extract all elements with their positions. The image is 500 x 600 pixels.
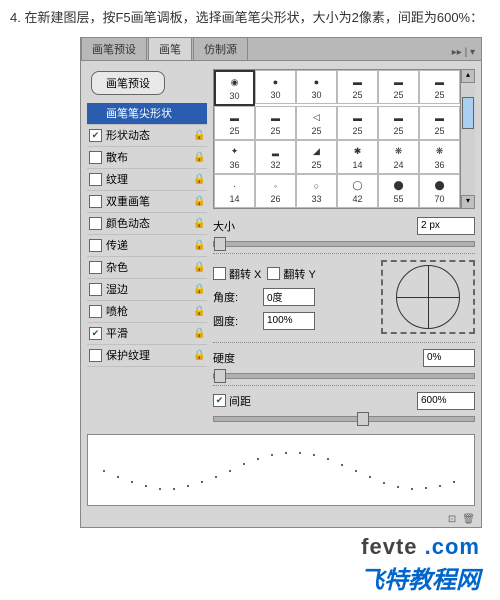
instruction-text: 4. 在新建图层，按F5画笔调板，选择画笔笔尖形状，大小为2像素，间距为600%…: [0, 0, 500, 37]
scrollbar[interactable]: ▴ ▾: [460, 69, 475, 209]
brush-tip[interactable]: ○33: [296, 174, 337, 208]
option-noise[interactable]: 杂色🔒: [87, 257, 207, 279]
option-smoothing[interactable]: ✔平滑🔒: [87, 323, 207, 345]
checkbox[interactable]: [89, 151, 102, 164]
flip-x-checkbox[interactable]: [213, 267, 226, 280]
lock-icon[interactable]: 🔒: [193, 284, 205, 295]
brush-tip[interactable]: ▬25: [337, 106, 378, 140]
brush-presets-button[interactable]: 画笔预设: [91, 71, 165, 95]
checkbox[interactable]: [89, 305, 102, 318]
roundness-input[interactable]: [263, 312, 315, 330]
brush-tip[interactable]: ◢25: [296, 140, 337, 174]
option-color-dynamics[interactable]: 颜色动态🔒: [87, 213, 207, 235]
spacing-input[interactable]: [417, 392, 475, 410]
lock-icon[interactable]: 🔒: [193, 218, 205, 229]
hardness-slider[interactable]: [213, 373, 475, 379]
brush-tip[interactable]: ✦36: [214, 140, 255, 174]
brush-tip[interactable]: ▬25: [214, 106, 255, 140]
lock-icon[interactable]: 🔒: [193, 130, 205, 141]
brush-tip-grid: ◉30●30●30▬25▬25▬25▬25▬25◁25▬25▬25▬25✦36▂…: [213, 69, 461, 209]
roundness-label: 圆度:: [213, 313, 263, 329]
hardness-label: 硬度: [213, 350, 263, 366]
option-protect-texture[interactable]: 保护纹理🔒: [87, 345, 207, 367]
checkbox[interactable]: [89, 239, 102, 252]
brush-tip[interactable]: ▬25: [255, 106, 296, 140]
spacing-checkbox[interactable]: ✔: [213, 394, 226, 407]
checkbox[interactable]: ✔: [89, 129, 102, 142]
brush-tip[interactable]: ◦26: [255, 174, 296, 208]
watermark: fevte .com 飞特教程网: [0, 528, 500, 597]
option-transfer[interactable]: 传递🔒: [87, 235, 207, 257]
checkbox[interactable]: [89, 217, 102, 230]
option-shape-dynamics[interactable]: ✔形状动态🔒: [87, 125, 207, 147]
angle-label: 角度:: [213, 289, 263, 305]
checkbox[interactable]: [89, 283, 102, 296]
brush-tip[interactable]: ●30: [255, 70, 296, 104]
scroll-up-icon[interactable]: ▴: [461, 69, 475, 83]
angle-input[interactable]: [263, 288, 315, 306]
brush-tip[interactable]: ⬤70: [419, 174, 460, 208]
checkbox[interactable]: [89, 195, 102, 208]
brush-tip[interactable]: ●30: [296, 70, 337, 104]
brush-tip[interactable]: ·14: [214, 174, 255, 208]
size-input[interactable]: [417, 217, 475, 235]
trash-icon[interactable]: 🗑: [462, 514, 475, 525]
option-brush-tip-shape[interactable]: 画笔笔尖形状: [87, 103, 207, 125]
option-airbrush[interactable]: 喷枪🔒: [87, 301, 207, 323]
brush-tip[interactable]: ▬25: [378, 70, 419, 104]
brush-tip[interactable]: ◉30: [214, 70, 255, 106]
flip-y-label: 翻转 Y: [283, 266, 315, 282]
lock-icon[interactable]: 🔒: [193, 196, 205, 207]
option-texture[interactable]: 纹理🔒: [87, 169, 207, 191]
option-scatter[interactable]: 散布🔒: [87, 147, 207, 169]
tab-brush[interactable]: 画笔: [148, 37, 192, 60]
tab-clone[interactable]: 仿制源: [193, 37, 248, 60]
brush-tip[interactable]: ✱14: [337, 140, 378, 174]
scroll-thumb[interactable]: [462, 97, 474, 129]
hardness-input[interactable]: [423, 349, 475, 367]
angle-widget[interactable]: [381, 260, 475, 334]
brush-tip[interactable]: ▬25: [337, 70, 378, 104]
lock-icon[interactable]: 🔒: [193, 152, 205, 163]
tab-bar: 画笔预设 画笔 仿制源 ▸▸ | ▾: [81, 38, 481, 61]
brush-tip[interactable]: ◯42: [337, 174, 378, 208]
spacing-slider[interactable]: [213, 416, 475, 422]
size-slider[interactable]: [213, 241, 475, 247]
brush-tip[interactable]: ❋36: [419, 140, 460, 174]
size-label: 大小: [213, 218, 263, 234]
brush-preview: [87, 434, 475, 506]
lock-icon[interactable]: 🔒: [193, 240, 205, 251]
brush-tip[interactable]: ❋24: [378, 140, 419, 174]
option-dual-brush[interactable]: 双重画笔🔒: [87, 191, 207, 213]
flip-x-label: 翻转 X: [229, 266, 261, 282]
lock-icon[interactable]: 🔒: [193, 174, 205, 185]
checkbox[interactable]: ✔: [89, 327, 102, 340]
lock-icon[interactable]: 🔒: [193, 328, 205, 339]
checkbox[interactable]: [89, 173, 102, 186]
brush-tip[interactable]: ◁25: [296, 106, 337, 140]
option-wet-edges[interactable]: 湿边🔒: [87, 279, 207, 301]
brush-tip[interactable]: ▬25: [419, 106, 460, 140]
tab-presets[interactable]: 画笔预设: [81, 37, 147, 60]
scroll-down-icon[interactable]: ▾: [461, 195, 475, 209]
brush-tip[interactable]: ⬤55: [378, 174, 419, 208]
brush-tip[interactable]: ▬25: [378, 106, 419, 140]
new-preset-icon[interactable]: ⊡: [448, 514, 456, 525]
brush-tip[interactable]: ▂32: [255, 140, 296, 174]
lock-icon[interactable]: 🔒: [193, 262, 205, 273]
options-list: 画笔笔尖形状 ✔形状动态🔒 散布🔒 纹理🔒 双重画笔🔒 颜色动态🔒 传递🔒 杂色…: [87, 103, 207, 367]
checkbox[interactable]: [89, 261, 102, 274]
lock-icon[interactable]: 🔒: [193, 350, 205, 361]
brush-panel: 画笔预设 画笔 仿制源 ▸▸ | ▾ 画笔预设 画笔笔尖形状 ✔形状动态🔒 散布…: [80, 37, 482, 528]
brush-tip[interactable]: ▬25: [419, 70, 460, 104]
checkbox[interactable]: [89, 349, 102, 362]
lock-icon[interactable]: 🔒: [193, 306, 205, 317]
flip-y-checkbox[interactable]: [267, 267, 280, 280]
panel-menu-icon[interactable]: ▸▸ | ▾: [446, 45, 481, 60]
spacing-label: 间距: [229, 393, 269, 409]
